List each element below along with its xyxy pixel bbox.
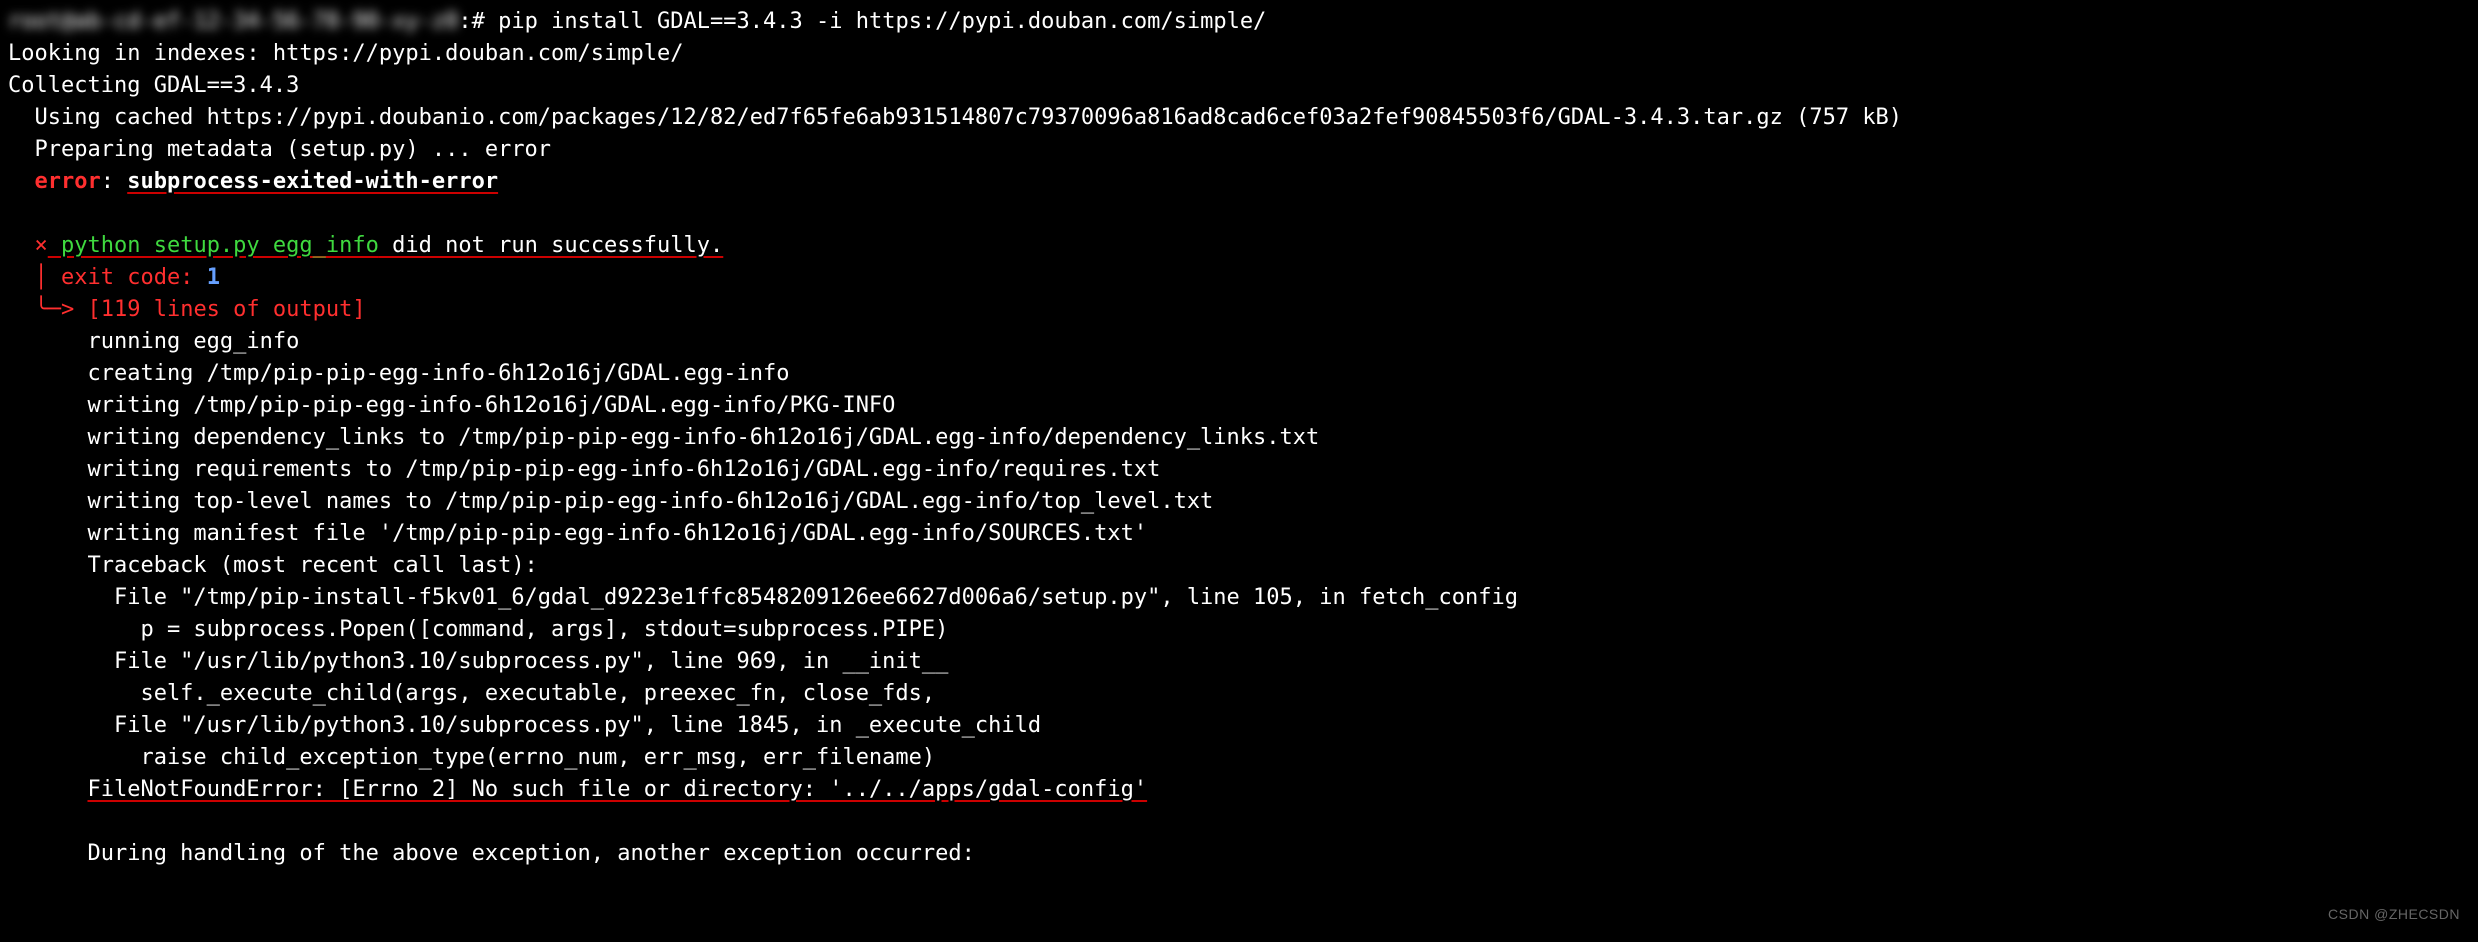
prompt-suffix: :# [458, 9, 485, 34]
output-line: During handling of the above exception, … [8, 841, 975, 866]
prompt-line: root@ab-cd-ef-12-34-56-78-90-xy-z0:# pip… [8, 9, 1266, 34]
exit-code-value: 1 [207, 265, 220, 290]
tree-arrow-icon: ╰─> [8, 297, 74, 322]
setup-fail-line: × python setup.py egg_info did not run s… [8, 233, 723, 258]
output-line: writing dependency_links to /tmp/pip-pip… [8, 425, 1319, 450]
fnf-indent [8, 777, 87, 802]
output-line: Preparing metadata (setup.py) ... error [8, 137, 551, 162]
output-line: writing /tmp/pip-pip-egg-info-6h12o16j/G… [8, 393, 895, 418]
error-line: error: subprocess-exited-with-error [8, 169, 498, 194]
terminal-output[interactable]: root@ab-cd-ef-12-34-56-78-90-xy-z0:# pip… [0, 0, 2478, 876]
setup-cmd: python setup.py egg_info [48, 233, 379, 258]
error-colon: : [101, 169, 128, 194]
typed-command: pip install GDAL==3.4.3 -i https://pypi.… [485, 9, 1266, 34]
output-line: Traceback (most recent call last): [8, 553, 538, 578]
watermark: CSDN @ZHECSDN [2328, 898, 2460, 930]
output-line: raise child_exception_type(errno_num, er… [8, 745, 935, 770]
output-line: writing requirements to /tmp/pip-pip-egg… [8, 457, 1160, 482]
arrow-line: ╰─> [119 lines of output] [8, 297, 366, 322]
output-line: File "/usr/lib/python3.10/subprocess.py"… [8, 713, 1041, 738]
prompt-host-blurred: root@ab-cd-ef-12-34-56-78-90-xy-z0 [8, 6, 458, 38]
exit-code-line: │ exit code: 1 [8, 265, 220, 290]
output-line: File "/tmp/pip-install-f5kv01_6/gdal_d92… [8, 585, 1518, 610]
arrow-rest: [119 lines of output] [74, 297, 365, 322]
output-line: Looking in indexes: https://pypi.douban.… [8, 41, 684, 66]
cross-icon: × [8, 233, 48, 258]
fnf-line: FileNotFoundError: [Errno 2] No such fil… [8, 777, 1147, 802]
output-line: writing top-level names to /tmp/pip-pip-… [8, 489, 1213, 514]
fnf-error: FileNotFoundError: [Errno 2] No such fil… [87, 777, 1147, 802]
output-line: Using cached https://pypi.doubanio.com/p… [8, 105, 1902, 130]
output-line: p = subprocess.Popen([command, args], st… [8, 617, 948, 642]
output-line: creating /tmp/pip-pip-egg-info-6h12o16j/… [8, 361, 789, 386]
output-line: File "/usr/lib/python3.10/subprocess.py"… [8, 649, 948, 674]
error-label: error [8, 169, 101, 194]
output-line: running egg_info [8, 329, 299, 354]
output-line: self._execute_child(args, executable, pr… [8, 681, 935, 706]
tree-bar-icon: │ exit code: [8, 265, 207, 290]
setup-rest: did not run successfully. [379, 233, 723, 258]
output-line: Collecting GDAL==3.4.3 [8, 73, 299, 98]
error-name: subprocess-exited-with-error [127, 169, 498, 194]
output-line: writing manifest file '/tmp/pip-pip-egg-… [8, 521, 1147, 546]
